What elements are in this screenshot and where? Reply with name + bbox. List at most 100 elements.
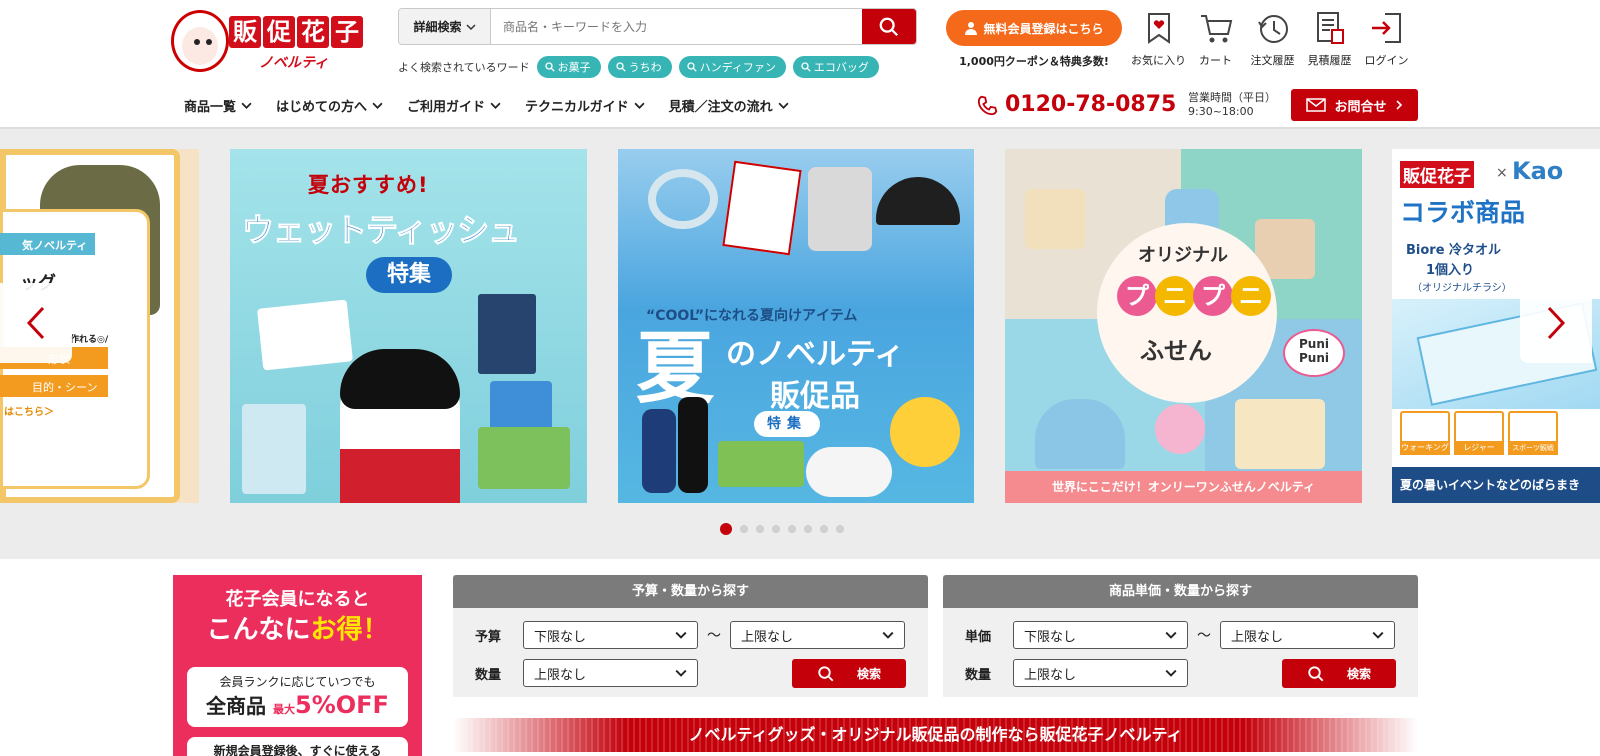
chevron-down-icon bbox=[1165, 631, 1177, 639]
slide-text: のノベルティ bbox=[726, 337, 905, 372]
search-input[interactable] bbox=[491, 9, 862, 44]
nav-item-beginners[interactable]: はじめての方へ bbox=[276, 96, 383, 115]
popular-tag[interactable]: うちわ bbox=[607, 56, 672, 78]
cart-label: カート bbox=[1199, 54, 1232, 67]
search-icon bbox=[616, 62, 626, 72]
search-icon bbox=[545, 62, 555, 72]
range-tilde: ～ bbox=[707, 628, 721, 644]
unit-max-select[interactable]: 上限なし bbox=[1220, 621, 1395, 649]
user-icon bbox=[965, 22, 978, 35]
slide-text: ニ bbox=[1231, 276, 1271, 316]
hours-value: 9:30~18:00 bbox=[1188, 105, 1254, 118]
member-promo[interactable]: 花子会員になると こんなにお得！ 会員ランクに応じていつでも 全商品 最大5%O… bbox=[173, 575, 422, 756]
carousel-prev-button[interactable] bbox=[0, 283, 72, 363]
nav-item-guide[interactable]: ご利用ガイド bbox=[407, 96, 501, 115]
unit-quantity-label: 数量 bbox=[964, 667, 991, 683]
carousel-dot[interactable] bbox=[720, 523, 732, 535]
order-history-link[interactable]: 注文履歴 bbox=[1244, 10, 1301, 68]
phone-icon bbox=[977, 95, 998, 115]
site-logo[interactable]: 販促花子 ノベルティ bbox=[171, 6, 371, 76]
slide-text: スポーツ観戦 bbox=[1508, 441, 1558, 455]
carousel-dot[interactable] bbox=[756, 525, 764, 533]
logo-sub: ノベルティ bbox=[259, 55, 329, 71]
promo-line1: 花子会員になると bbox=[225, 589, 370, 610]
budget-min-select[interactable]: 下限なし bbox=[523, 621, 698, 649]
chevron-down-icon bbox=[634, 102, 645, 109]
nav-label: 商品一覧 bbox=[184, 100, 237, 115]
carousel-dot[interactable] bbox=[772, 525, 780, 533]
popular-label: よく検索されているワード bbox=[398, 61, 530, 74]
carousel-dot[interactable] bbox=[836, 525, 844, 533]
register-label: 無料会員登録はこちら bbox=[983, 21, 1104, 36]
popular-tag-label: お菓子 bbox=[557, 61, 591, 74]
carousel-dot[interactable] bbox=[788, 525, 796, 533]
seo-banner: ノベルティグッズ・オリジナル販促品の制作なら販促花子ノベルティ bbox=[453, 718, 1418, 752]
budget-max-select[interactable]: 上限なし bbox=[730, 621, 905, 649]
chevron-right-icon bbox=[1547, 306, 1566, 340]
main-nav: 商品一覧 はじめての方へ ご利用ガイド テクニカルガイド 見積／注文の流れ bbox=[184, 96, 789, 115]
login-link[interactable]: ログイン bbox=[1358, 10, 1415, 68]
carousel-slide[interactable]: オリジナル プ ニ プ ニ ふせん Puni Puni 世界にここだけ！オンリー… bbox=[1005, 149, 1362, 503]
search-icon bbox=[879, 17, 899, 36]
promo-box-percent: 5%OFF bbox=[295, 691, 389, 719]
hours-label: 営業時間（平日） bbox=[1188, 91, 1276, 104]
favorites-link[interactable]: お気に入り bbox=[1130, 10, 1187, 68]
chevron-down-icon bbox=[778, 102, 789, 109]
promo-line2a: こんなに bbox=[206, 615, 311, 645]
phone-number[interactable]: 0120-78-0875 bbox=[977, 92, 1176, 117]
slide-text: レジャー bbox=[1454, 441, 1504, 455]
order-history-label: 注文履歴 bbox=[1250, 54, 1295, 67]
budget-row: 予算 下限なし ～ 上限なし bbox=[453, 621, 905, 649]
slide-text: ウェットティッシュ bbox=[241, 211, 520, 250]
carousel-slide[interactable]: “COOL”になれる夏向けアイテム 夏 のノベルティ 販促品 特集 bbox=[618, 149, 974, 503]
nav-item-flow[interactable]: 見積／注文の流れ bbox=[669, 96, 789, 115]
promo-line2: こんなにお得！ bbox=[173, 609, 422, 646]
advanced-search-label: 詳細検索 bbox=[413, 20, 462, 34]
estimate-history-label: 見積履歴 bbox=[1307, 54, 1352, 67]
budget-search-title: 予算・数量から探す bbox=[453, 575, 928, 608]
promo-box-all: 全商品 bbox=[206, 694, 267, 718]
promo-line2b: お得！ bbox=[310, 615, 389, 645]
select-value: 上限なし bbox=[534, 667, 587, 683]
carousel-next-button[interactable] bbox=[1520, 283, 1592, 363]
nav-item-products[interactable]: 商品一覧 bbox=[184, 96, 252, 115]
promo-discount-box: 会員ランクに応じていつでも 全商品 最大5%OFF bbox=[187, 667, 408, 727]
estimate-history-link[interactable]: 見積履歴 bbox=[1301, 10, 1358, 68]
logo-brand: 販促花子 bbox=[229, 16, 363, 48]
popular-tag[interactable]: お菓子 bbox=[536, 56, 601, 78]
search-icon bbox=[687, 62, 697, 72]
unit-quantity-select[interactable]: 上限なし bbox=[1013, 659, 1188, 687]
search-bar: 詳細検索 bbox=[398, 8, 917, 45]
slide-text: 特集 bbox=[754, 411, 820, 437]
quantity-select[interactable]: 上限なし bbox=[523, 659, 698, 687]
cart-link[interactable]: カート bbox=[1187, 10, 1244, 68]
popular-tag[interactable]: エコバッグ bbox=[792, 56, 879, 78]
unit-price-label: 単価 bbox=[964, 629, 991, 645]
slide-text: 作れる◎/ bbox=[70, 335, 109, 345]
chevron-right-icon bbox=[1395, 100, 1402, 110]
estimate-icon bbox=[1316, 12, 1344, 44]
slide-text: Kao bbox=[1512, 157, 1564, 185]
search-button[interactable] bbox=[862, 9, 916, 44]
carousel-dot[interactable] bbox=[804, 525, 812, 533]
register-button[interactable]: 無料会員登録はこちら bbox=[946, 10, 1122, 46]
popular-tag-label: エコバッグ bbox=[813, 61, 869, 74]
advanced-search-button[interactable]: 詳細検索 bbox=[399, 9, 491, 44]
carousel-slide[interactable]: 夏おすすめ! ウェットティッシュ 特集 bbox=[230, 149, 587, 503]
popular-tag[interactable]: ハンディファン bbox=[678, 56, 786, 78]
heart-bookmark-icon bbox=[1147, 13, 1170, 44]
quantity-row: 数量 上限なし bbox=[453, 659, 698, 687]
budget-search-button[interactable]: 検索 bbox=[792, 659, 906, 688]
unit-search-button[interactable]: 検索 bbox=[1282, 659, 1396, 688]
hero-carousel: 気ノベルティ ッグ 作れる◎/ 形状 目的・シーン はこちら＞ 夏おすすめ! ウ… bbox=[0, 129, 1600, 559]
logo-char: 花 bbox=[297, 16, 329, 48]
button-label: 検索 bbox=[856, 667, 881, 681]
nav-item-technical[interactable]: テクニカルガイド bbox=[525, 96, 645, 115]
carousel-dot[interactable] bbox=[740, 525, 748, 533]
mascot-icon bbox=[171, 10, 229, 72]
inquiry-button[interactable]: お問合せ bbox=[1291, 89, 1418, 121]
select-value: 上限なし bbox=[1024, 667, 1077, 683]
popular-tag-label: うちわ bbox=[628, 61, 662, 74]
carousel-dot[interactable] bbox=[820, 525, 828, 533]
unit-min-select[interactable]: 下限なし bbox=[1013, 621, 1188, 649]
